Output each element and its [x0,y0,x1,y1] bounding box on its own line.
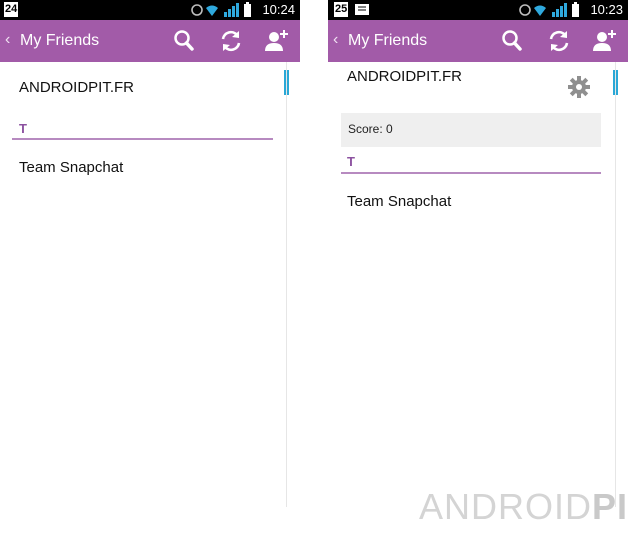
wifi-icon [206,5,218,16]
action-bar: ‹ My Friends [328,20,628,62]
status-bar: 25 10:23 [328,0,628,20]
status-icons [191,2,251,17]
search-icon[interactable] [499,28,525,54]
notification-badge: 24 [4,2,19,17]
page-title[interactable]: My Friends [348,31,427,51]
wifi-icon [534,5,546,16]
refresh-icon[interactable] [218,28,244,54]
score-panel: Score: 0 [341,113,601,147]
watermark-part: ANDROID [419,486,593,527]
refresh-icon[interactable] [546,28,572,54]
message-icon [355,4,369,15]
status-time: 10:23 [590,2,623,17]
status-time: 10:24 [262,2,295,17]
gear-icon[interactable] [567,75,591,99]
action-bar: ‹ My Friends [0,20,300,62]
section-header: T [347,154,355,169]
score-text: Score: 0 [348,122,393,136]
friend-item[interactable]: ANDROIDPIT.FR [19,79,134,96]
battery-icon [572,2,579,17]
page-title[interactable]: My Friends [20,31,99,51]
left-screen: 24 10:24 ‹ My Friends ANDROIDPIT.FR T Te… [0,0,300,533]
status-icons [519,2,579,17]
search-icon[interactable] [171,28,197,54]
signal-icon [552,3,567,17]
friend-item[interactable]: Team Snapchat [19,159,123,176]
back-chevron-icon[interactable]: ‹ [333,31,338,49]
list-edge [615,62,616,507]
watermark-logo: ANDROIDPIT [419,487,628,527]
section-header: T [19,121,27,136]
back-chevron-icon[interactable]: ‹ [5,31,10,49]
battery-icon [244,2,251,17]
alarm-icon [191,4,203,16]
right-screen: 25 10:23 ‹ My Friends ANDROIDPIT.FR [328,0,628,533]
list-edge [286,62,287,507]
add-friend-icon[interactable] [264,28,290,54]
status-bar: 24 10:24 [0,0,300,20]
add-friend-icon[interactable] [592,28,618,54]
friend-item[interactable]: Team Snapchat [347,193,451,210]
section-divider [12,138,273,140]
friend-item-expanded[interactable]: ANDROIDPIT.FR [347,68,462,85]
section-divider [341,172,601,174]
watermark-part-bold: PIT [592,486,628,527]
notification-badge: 25 [334,2,349,17]
alarm-icon [519,4,531,16]
signal-icon [224,3,239,17]
